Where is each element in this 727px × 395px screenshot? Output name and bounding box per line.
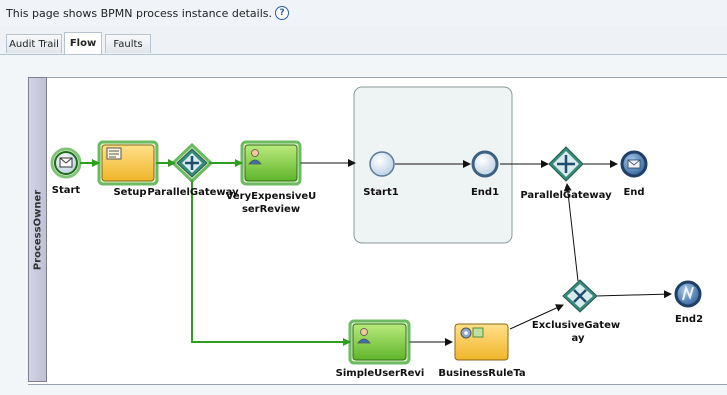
- parallel-gateway-1[interactable]: [170, 142, 214, 184]
- start1-label: Start1: [363, 187, 399, 198]
- business-rule-task-label: BusinessRuleTa: [438, 368, 526, 379]
- end-event[interactable]: [620, 150, 648, 178]
- exclusive-gateway[interactable]: [562, 279, 598, 313]
- script-icon: [106, 147, 122, 160]
- end1-event[interactable]: [471, 150, 499, 178]
- very-expensive-label-line2: serReview: [241, 204, 301, 215]
- end1-label: End1: [470, 187, 500, 198]
- parallel-gateway-2-label: ParallelGateway: [520, 190, 612, 201]
- business-rule-task[interactable]: [454, 323, 509, 361]
- setup-task[interactable]: [97, 140, 159, 186]
- start-label: Start: [51, 185, 81, 196]
- simple-user-review-label: SimpleUserRevi: [335, 368, 425, 379]
- simple-user-review-task[interactable]: [348, 319, 411, 365]
- parallel-gateway-2[interactable]: [548, 146, 584, 182]
- very-expensive-user-review-task[interactable]: [240, 140, 302, 186]
- end2-label: End2: [674, 314, 704, 325]
- exclusive-gateway-label-line1: ExclusiveGatew: [531, 320, 621, 331]
- setup-label: Setup: [113, 187, 147, 198]
- very-expensive-label-line1: VeryExpensiveU: [225, 191, 317, 202]
- start-event[interactable]: [50, 147, 82, 179]
- end2-event[interactable]: [674, 280, 702, 308]
- end-label: End: [623, 187, 645, 198]
- start1-event[interactable]: [369, 151, 395, 177]
- exclusive-gateway-label-line2: ay: [571, 333, 585, 344]
